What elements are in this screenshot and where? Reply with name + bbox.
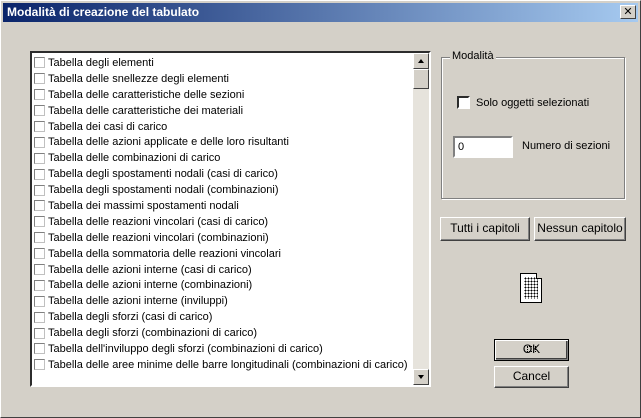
list-item-checkbox[interactable] bbox=[34, 311, 45, 323]
list-item-checkbox[interactable] bbox=[34, 327, 45, 339]
list-item-label: Tabella delle aree minime delle barre lo… bbox=[48, 358, 408, 371]
list-item-checkbox[interactable] bbox=[34, 200, 45, 212]
solo-selezionati-checkbox[interactable] bbox=[457, 96, 470, 109]
list-item[interactable]: Tabella delle reazioni vincolari (casi d… bbox=[32, 214, 413, 230]
list-item-checkbox[interactable] bbox=[34, 216, 45, 228]
list-item-label: Tabella degli elementi bbox=[48, 56, 154, 69]
list-item[interactable]: Tabella degli sforzi (casi di carico) bbox=[32, 309, 413, 325]
nessun-capitolo-button[interactable]: Nessun capitolo bbox=[534, 217, 626, 241]
list-item[interactable]: Tabella delle azioni applicate e delle l… bbox=[32, 134, 413, 150]
list-item[interactable]: Tabella delle azioni interne (casi di ca… bbox=[32, 262, 413, 278]
list-item[interactable]: Tabella degli sforzi (combinazioni di ca… bbox=[32, 325, 413, 341]
list-item-label: Tabella delle caratteristiche dei materi… bbox=[48, 104, 244, 117]
list-item[interactable]: Tabella delle caratteristiche delle sezi… bbox=[32, 87, 413, 103]
list-item-checkbox[interactable] bbox=[34, 152, 45, 164]
scroll-up-button[interactable] bbox=[413, 53, 429, 69]
chapter-list: Tabella degli elementi Tabella delle snel… bbox=[32, 53, 413, 385]
document-dots bbox=[524, 277, 538, 299]
title-bar: Modalità di creazione del tabulato ✕ bbox=[3, 3, 638, 22]
list-item-checkbox[interactable] bbox=[34, 343, 45, 355]
chapter-listbox[interactable]: Tabella degli elementi Tabella delle snel… bbox=[30, 51, 431, 387]
list-item-checkbox[interactable] bbox=[34, 232, 45, 244]
list-item[interactable]: Tabella delle azioni interne (inviluppi) bbox=[32, 293, 413, 309]
list-item[interactable]: Tabella delle caratteristiche dei materi… bbox=[32, 103, 413, 119]
document-icon bbox=[520, 273, 542, 303]
document-fold bbox=[536, 273, 542, 279]
list-item-label: Tabella delle caratteristiche delle sezi… bbox=[48, 88, 245, 101]
list-item-checkbox[interactable] bbox=[34, 168, 45, 180]
scroll-thumb[interactable] bbox=[413, 69, 429, 89]
list-item-checkbox[interactable] bbox=[34, 279, 45, 291]
solo-selezionati-label: Solo oggetti selezionati bbox=[476, 96, 590, 109]
list-item-label: Tabella delle azioni applicate e delle l… bbox=[48, 136, 289, 149]
ok-button[interactable]: OK bbox=[494, 339, 569, 361]
list-item-checkbox[interactable] bbox=[34, 136, 45, 148]
list-item[interactable]: Tabella delle combinazioni di carico bbox=[32, 150, 413, 166]
list-item-checkbox[interactable] bbox=[34, 264, 45, 276]
list-item-checkbox[interactable] bbox=[34, 121, 45, 132]
list-item-label: Tabella dei massimi spostamenti nodali bbox=[48, 199, 239, 212]
ok-label: OK bbox=[522, 342, 541, 356]
list-item-label: Tabella degli spostamenti nodali (combin… bbox=[48, 184, 279, 197]
list-item[interactable]: Tabella dei massimi spostamenti nodali bbox=[32, 198, 413, 214]
list-item-label: Tabella delle azioni interne (inviluppi) bbox=[48, 295, 228, 308]
arrow-up-icon bbox=[418, 59, 424, 63]
cancel-button[interactable]: Cancel bbox=[494, 366, 569, 388]
list-item-label: Tabella degli sforzi (casi di carico) bbox=[48, 311, 213, 324]
list-item-label: Tabella delle azioni interne (combinazio… bbox=[48, 279, 253, 292]
list-item-label: Tabella della sommatoria delle reazioni … bbox=[48, 247, 281, 260]
list-item-label: Tabella delle azioni interne (casi di ca… bbox=[48, 263, 252, 276]
list-item-checkbox[interactable] bbox=[34, 89, 45, 101]
list-item-checkbox[interactable] bbox=[34, 184, 45, 196]
close-button[interactable]: ✕ bbox=[620, 5, 636, 19]
modalita-groupbox: Modalità Solo oggetti selezionati Numero… bbox=[441, 50, 625, 199]
list-item[interactable]: Tabella delle aree minime delle barre lo… bbox=[32, 357, 413, 373]
list-item-label: Tabella delle reazioni vincolari (casi d… bbox=[48, 215, 269, 228]
list-item[interactable]: Tabella dell'inviluppo degli sforzi (com… bbox=[32, 341, 413, 357]
scroll-down-button[interactable] bbox=[413, 369, 429, 385]
list-item[interactable]: Tabella delle snellezze degli elementi bbox=[32, 71, 413, 87]
list-item[interactable]: Tabella degli spostamenti nodali (combin… bbox=[32, 182, 413, 198]
arrow-down-icon bbox=[418, 375, 424, 379]
list-item-label: Tabella delle snellezze degli elementi bbox=[48, 72, 230, 85]
list-item-label: Tabella dei casi di carico bbox=[48, 120, 168, 133]
modalita-group-title: Modalità bbox=[450, 50, 496, 62]
list-item[interactable]: Tabella degli elementi bbox=[32, 55, 413, 71]
list-item-checkbox[interactable] bbox=[34, 73, 45, 85]
tutti-i-capitoli-button[interactable]: Tutti i capitoli bbox=[440, 217, 530, 241]
list-item-label: Tabella delle reazioni vincolari (combin… bbox=[48, 231, 269, 244]
list-item-checkbox[interactable] bbox=[34, 105, 45, 117]
list-item-label: Tabella degli spostamenti nodali (casi d… bbox=[48, 168, 278, 181]
list-item[interactable]: Tabella dei casi di carico bbox=[32, 119, 413, 135]
list-item-checkbox[interactable] bbox=[34, 295, 45, 307]
list-item[interactable]: Tabella delle reazioni vincolari (combin… bbox=[32, 230, 413, 246]
vertical-scrollbar[interactable] bbox=[413, 53, 429, 385]
numero-sezioni-input[interactable] bbox=[453, 136, 513, 158]
list-item-checkbox[interactable] bbox=[34, 57, 45, 69]
numero-sezioni-label: Numero di sezioni bbox=[522, 140, 611, 152]
list-item-checkbox[interactable] bbox=[34, 248, 45, 260]
window-title: Modalità di creazione del tabulato bbox=[7, 5, 200, 19]
list-item[interactable]: Tabella delle azioni interne (combinazio… bbox=[32, 277, 413, 293]
list-item-label: Tabella degli sforzi (combinazioni di ca… bbox=[48, 327, 258, 340]
solo-selezionati-option[interactable]: Solo oggetti selezionati bbox=[457, 96, 589, 109]
list-item-label: Tabella delle combinazioni di carico bbox=[48, 152, 221, 165]
list-item[interactable]: Tabella degli spostamenti nodali (casi d… bbox=[32, 166, 413, 182]
list-item[interactable]: Tabella della sommatoria delle reazioni … bbox=[32, 246, 413, 262]
dialog-window: Modalità di creazione del tabulato ✕ Tab… bbox=[0, 0, 641, 418]
list-item-checkbox[interactable] bbox=[34, 359, 45, 371]
list-item-label: Tabella dell'inviluppo degli sforzi (com… bbox=[48, 342, 323, 355]
